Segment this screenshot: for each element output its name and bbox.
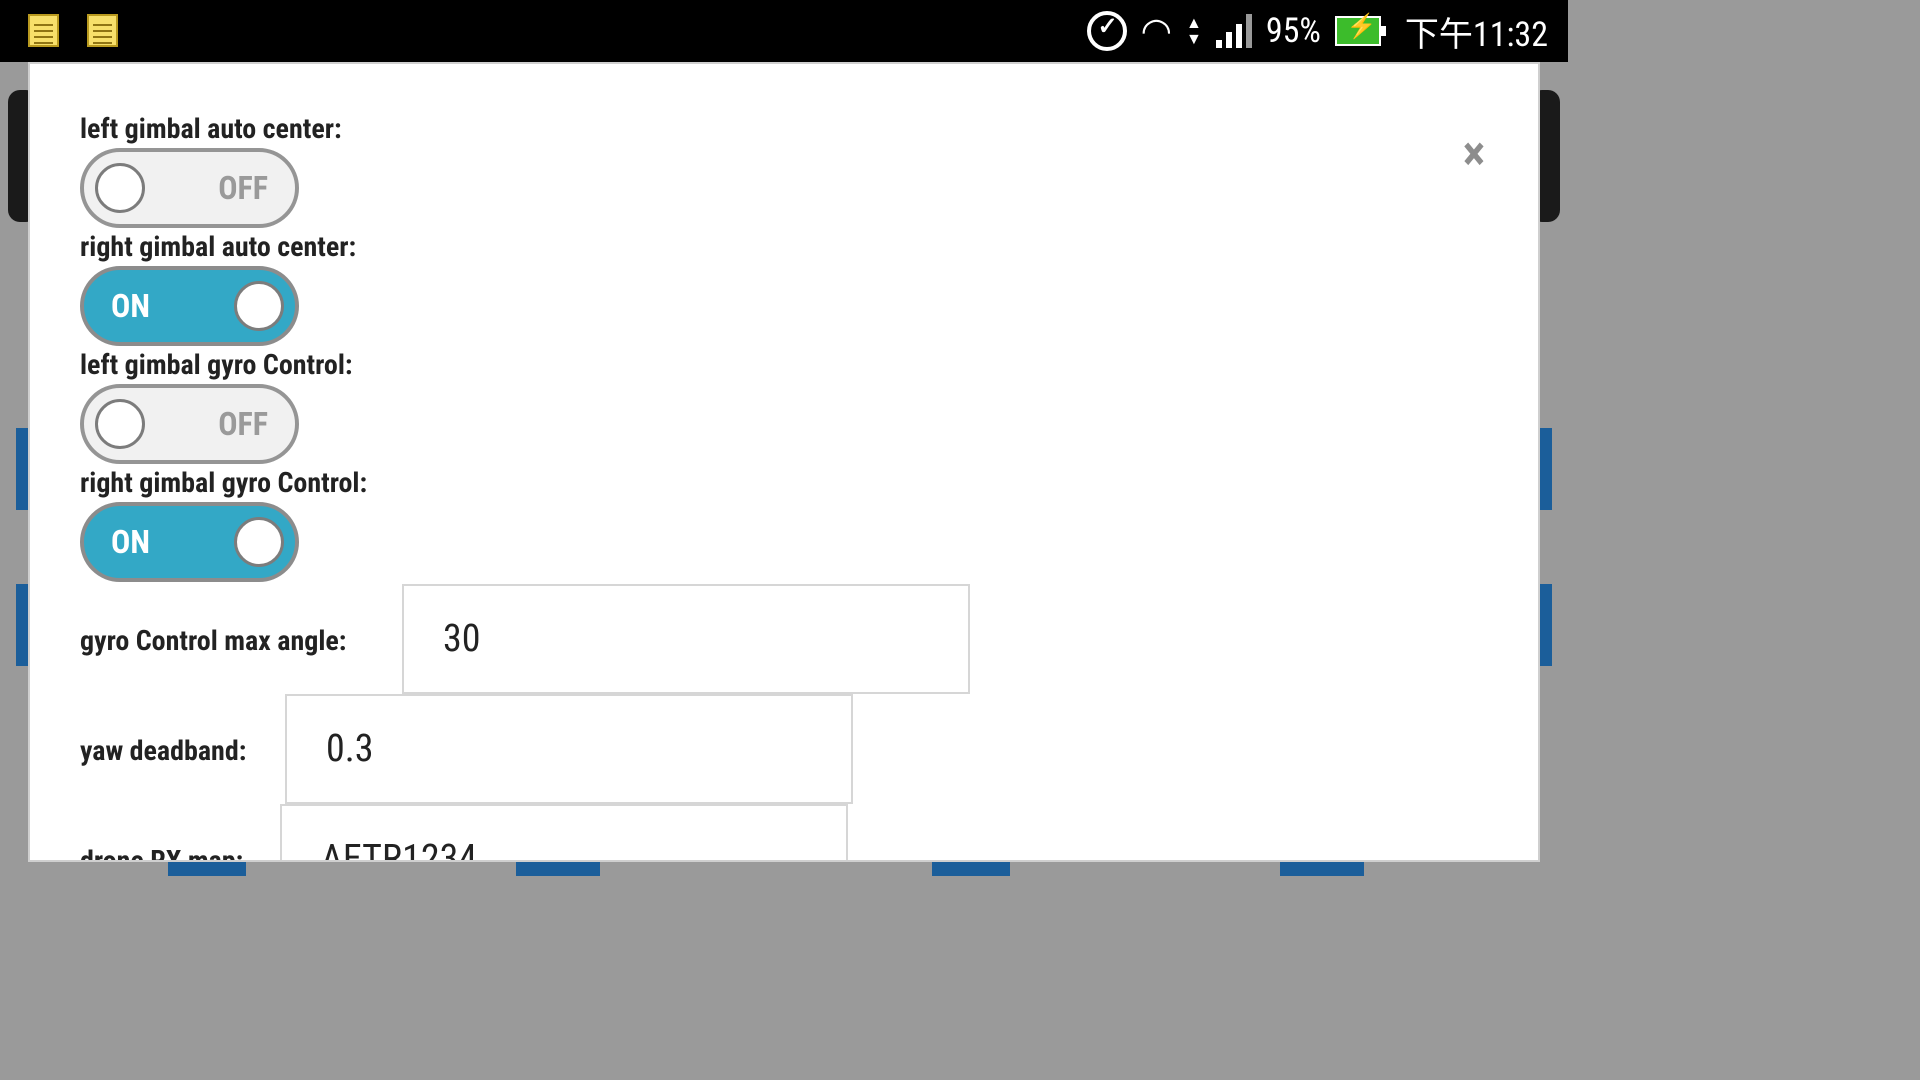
signal-icon xyxy=(1215,14,1252,48)
settings-dialog: × left gimbal auto center: OFF right gim… xyxy=(28,62,1540,862)
background-bar xyxy=(1540,584,1552,666)
notes-icon xyxy=(28,14,59,47)
left-gimbal-gyro-control-toggle[interactable]: OFF xyxy=(80,384,299,464)
alarm-icon xyxy=(1086,11,1127,51)
background-bar xyxy=(516,862,600,876)
wifi-icon: ◠ xyxy=(1140,10,1172,52)
right-gimbal-gyro-control-toggle[interactable]: ON xyxy=(80,502,299,582)
drone-rx-map-input[interactable]: AETR1234 xyxy=(280,804,848,860)
gyro-max-angle-input[interactable]: 30 xyxy=(402,584,970,694)
toggle-state: ON xyxy=(111,287,150,325)
background-bar xyxy=(1540,428,1552,510)
toggle-knob xyxy=(95,163,145,213)
background-bar xyxy=(168,862,246,876)
right-gimbal-gyro-control-label: right gimbal gyro Control: xyxy=(80,466,368,499)
toggle-state: ON xyxy=(111,523,150,561)
clock: 下午11:32 xyxy=(1404,14,1548,55)
yaw-deadband-input[interactable]: 0.3 xyxy=(285,694,853,804)
toggle-state: OFF xyxy=(218,169,268,207)
background-bar xyxy=(16,584,28,666)
toggle-state: OFF xyxy=(218,405,268,443)
background-bar xyxy=(16,428,28,510)
battery-percent: 95% xyxy=(1265,11,1321,51)
notes-icon xyxy=(87,14,118,47)
left-gimbal-gyro-control-label: left gimbal gyro Control: xyxy=(80,348,353,381)
left-gimbal-auto-center-toggle[interactable]: OFF xyxy=(80,148,299,228)
drone-rx-map-label: drone RX map: xyxy=(80,844,244,862)
background-bar xyxy=(1280,862,1364,876)
toggle-knob xyxy=(234,517,284,567)
toggle-knob xyxy=(234,281,284,331)
right-gimbal-auto-center-label: right gimbal auto center: xyxy=(80,230,357,263)
toggle-knob xyxy=(95,399,145,449)
status-bar: ◠ ▲▼ 95% 下午11:32 xyxy=(0,0,1568,62)
background-bar xyxy=(932,862,1010,876)
battery-charging-icon xyxy=(1334,12,1386,46)
yaw-deadband-label: yaw deadband: xyxy=(80,734,247,767)
close-button[interactable]: × xyxy=(1452,130,1496,178)
data-arrows-icon: ▲ ▼ xyxy=(1185,13,1202,48)
left-gimbal-auto-center-label: left gimbal auto center: xyxy=(80,112,342,145)
gyro-max-angle-label: gyro Control max angle: xyxy=(80,624,347,657)
right-gimbal-auto-center-toggle[interactable]: ON xyxy=(80,266,299,346)
status-indicators: ◠ ▲▼ 95% 下午11:32 xyxy=(1086,0,1548,62)
